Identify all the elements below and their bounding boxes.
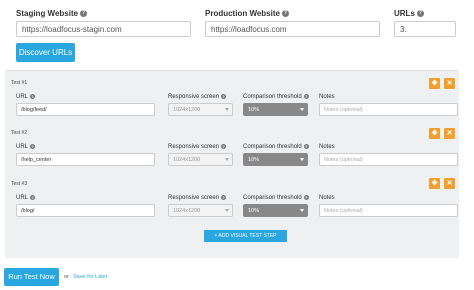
test-url-input[interactable]: /help_center xyxy=(16,153,155,166)
notes-label: Notes xyxy=(319,94,335,100)
urls-label: URLs? xyxy=(394,9,424,18)
footer xyxy=(0,262,474,290)
staging-website-input[interactable]: https://loadfocus-stagin.com xyxy=(16,21,191,37)
staging-website-label: Staging Website? xyxy=(16,9,88,18)
add-visual-test-step-button[interactable]: + ADD VISUAL TEST STEP xyxy=(204,230,287,242)
chevron-down-icon xyxy=(300,158,304,161)
notes-input[interactable]: Notes (optional) xyxy=(319,103,458,116)
notes-label: Notes xyxy=(319,195,335,201)
notes-input[interactable]: Notes (optional) xyxy=(319,204,458,217)
url-label: URL? xyxy=(16,195,36,202)
help-icon[interactable]: ? xyxy=(221,195,227,200)
test-title: Test #2 xyxy=(11,130,28,136)
urls-count-input[interactable]: 3. xyxy=(394,21,456,37)
comparison-threshold-label: Comparison threshold? xyxy=(243,195,309,202)
discover-urls-button[interactable]: Discover URLs xyxy=(16,43,75,62)
help-icon[interactable]: ? xyxy=(416,10,424,18)
move-icon[interactable]: ✥ xyxy=(429,78,440,89)
or-text: or xyxy=(64,274,69,280)
chevron-down-icon xyxy=(300,108,304,111)
comparison-threshold-select[interactable]: 10% xyxy=(243,153,308,166)
responsive-screen-select[interactable]: 1024x1200 xyxy=(168,153,233,166)
comparison-threshold-label: Comparison threshold? xyxy=(243,144,309,151)
chevron-down-icon xyxy=(225,158,229,161)
comparison-threshold-select[interactable]: 10% xyxy=(243,204,308,217)
chevron-down-icon xyxy=(225,209,229,212)
responsive-screen-label: Responsive screen? xyxy=(168,94,227,101)
responsive-screen-select[interactable]: 1024x1200 xyxy=(168,103,233,116)
comparison-threshold-select[interactable]: 10% xyxy=(243,103,308,116)
help-icon[interactable]: ? xyxy=(30,144,36,149)
production-website-label: Production Website? xyxy=(205,9,289,18)
help-icon[interactable]: ? xyxy=(303,94,309,99)
move-icon[interactable]: ✥ xyxy=(429,178,440,189)
help-icon[interactable]: ? xyxy=(303,144,309,149)
production-website-input[interactable]: https://loadfocus.com xyxy=(205,21,380,37)
responsive-screen-select[interactable]: 1024x1200 xyxy=(168,204,233,217)
url-label: URL? xyxy=(16,94,36,101)
notes-input[interactable]: Notes (optional) xyxy=(319,153,458,166)
remove-icon[interactable]: ✕ xyxy=(444,178,455,189)
notes-label: Notes xyxy=(319,144,335,150)
help-icon[interactable]: ? xyxy=(221,144,227,149)
test-title: Test #3 xyxy=(11,181,28,187)
responsive-screen-label: Responsive screen? xyxy=(168,195,227,202)
chevron-down-icon xyxy=(225,108,229,111)
remove-icon[interactable]: ✕ xyxy=(444,128,455,139)
comparison-threshold-label: Comparison threshold? xyxy=(243,94,309,101)
help-icon[interactable]: ? xyxy=(30,195,36,200)
test-url-input[interactable]: /blog/ xyxy=(16,204,155,217)
run-test-now-button[interactable]: Run Test Now xyxy=(4,268,59,286)
help-icon[interactable]: ? xyxy=(221,94,227,99)
move-icon[interactable]: ✥ xyxy=(429,128,440,139)
help-icon[interactable]: ? xyxy=(80,10,88,18)
chevron-down-icon xyxy=(300,209,304,212)
help-icon[interactable]: ? xyxy=(30,94,36,99)
test-title: Test #1 xyxy=(11,80,28,86)
remove-icon[interactable]: ✕ xyxy=(444,78,455,89)
help-icon[interactable]: ? xyxy=(303,195,309,200)
save-for-later-link[interactable]: Save for Later xyxy=(73,274,108,280)
responsive-screen-label: Responsive screen? xyxy=(168,144,227,151)
url-label: URL? xyxy=(16,144,36,151)
test-url-input[interactable]: /blog/feed/ xyxy=(16,103,155,116)
help-icon[interactable]: ? xyxy=(281,10,289,18)
visual-test-form: Staging Website? https://loadfocus-stagi… xyxy=(0,0,474,290)
